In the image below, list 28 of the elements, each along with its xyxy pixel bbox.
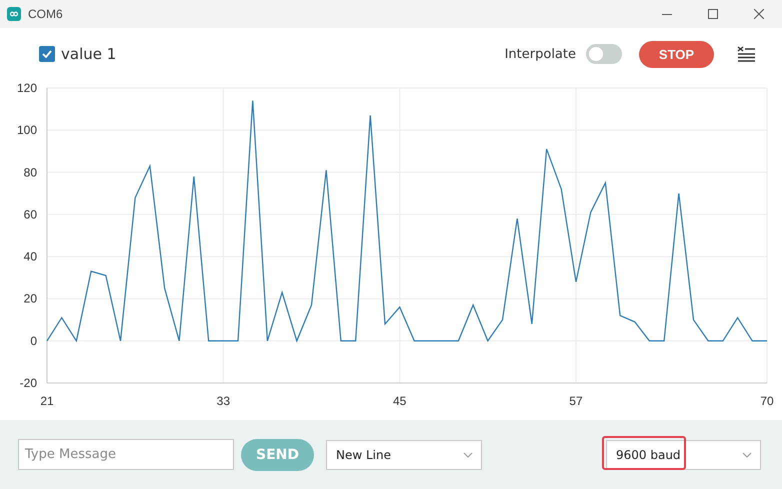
close-icon[interactable] (754, 9, 764, 19)
y-tick-label: -20 (20, 376, 37, 390)
chevron-icon (463, 452, 473, 458)
interpolate-label: Interpolate (504, 46, 576, 62)
y-tick-label: 20 (24, 292, 37, 306)
interpolate-toggle[interactable] (586, 44, 622, 64)
series-label: value 1 (61, 45, 116, 63)
app-icon (7, 7, 21, 21)
x-tick-label: 21 (40, 394, 54, 408)
y-tick-label: 100 (16, 123, 37, 138)
clear-list-icon[interactable] (737, 46, 756, 62)
maximize-icon[interactable] (708, 9, 718, 19)
check-icon (42, 50, 52, 58)
line-ending-dropdown[interactable]: New Line (326, 440, 482, 470)
message-field[interactable]: Type Message (18, 439, 234, 470)
series-checkbox[interactable] (39, 46, 55, 62)
y-tick-label: 120 (16, 81, 37, 95)
y-tick-label: 60 (24, 207, 37, 222)
window-title: COM6 (28, 7, 63, 21)
x-tick-label: 70 (760, 394, 774, 408)
stop-button[interactable]: STOP (639, 40, 714, 68)
y-tick-label: 40 (24, 250, 37, 264)
x-tick-label: 45 (392, 394, 406, 408)
chevron-icon (742, 452, 752, 458)
y-tick-label: 80 (24, 165, 37, 180)
x-tick-label: 33 (216, 394, 230, 408)
y-tick-label: 0 (30, 334, 37, 348)
x-tick-label: 57 (569, 394, 583, 408)
